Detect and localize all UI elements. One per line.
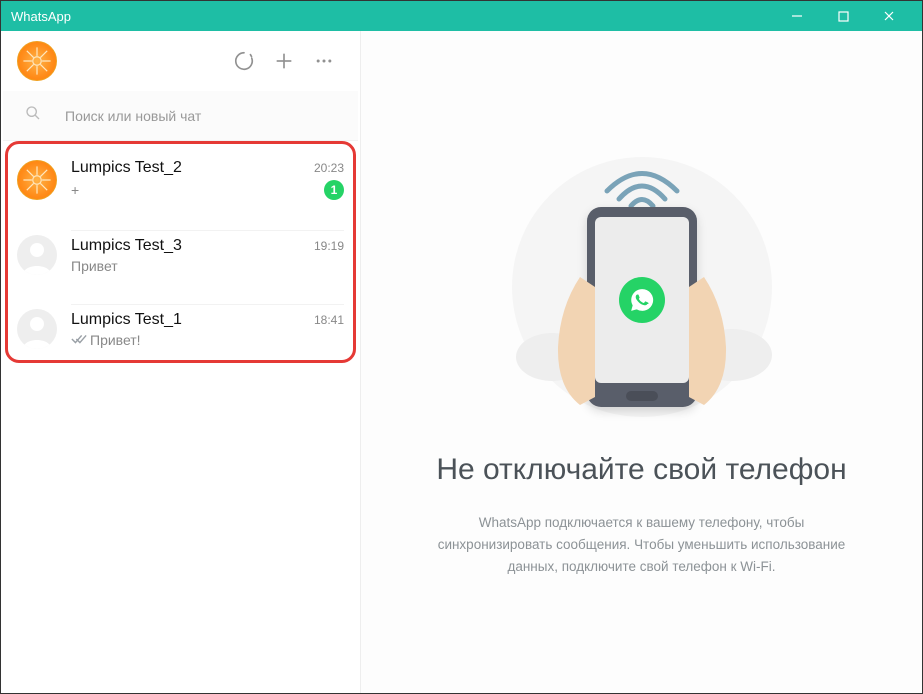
chat-item-lumpics-test-2[interactable]: Lumpics Test_2 20:23 + 1 [1,141,360,218]
chat-name: Lumpics Test_2 [71,159,182,177]
chat-time: 19:19 [314,239,344,253]
chat-name: Lumpics Test_3 [71,237,182,255]
chat-time: 20:23 [314,161,344,175]
chat-avatar [17,235,57,275]
app-window: WhatsApp [0,0,923,694]
hand-right-icon [684,277,744,407]
minimize-icon [791,10,803,22]
maximize-button[interactable] [820,1,866,31]
unread-badge: 1 [324,180,344,200]
search-input[interactable] [65,108,344,124]
whatsapp-logo-icon [619,277,665,323]
maximize-icon [838,11,849,22]
main-subtitle: WhatsApp подключается к вашему телефону,… [422,512,862,577]
hand-left-icon [540,277,600,407]
titlebar: WhatsApp [1,1,922,31]
main-title: Не отключайте свой телефон [436,451,846,489]
chat-time: 18:41 [314,313,344,327]
menu-button[interactable] [304,41,344,81]
sidebar: Lumpics Test_2 20:23 + 1 [1,31,361,693]
chat-item-lumpics-test-1[interactable]: Lumpics Test_1 18:41 Привет! [1,292,360,366]
sidebar-header [1,31,360,91]
chat-preview-text: Привет! [90,332,141,348]
chat-avatar [17,160,57,200]
double-check-icon [71,332,87,348]
close-icon [883,10,895,22]
chat-avatar [17,309,57,349]
chat-preview: Привет! [71,332,141,348]
chat-item-lumpics-test-3[interactable]: Lumpics Test_3 19:19 Привет [1,218,360,292]
new-chat-button[interactable] [264,41,304,81]
window-controls [774,1,912,31]
search-bar [3,91,358,141]
close-button[interactable] [866,1,912,31]
orange-fruit-icon [20,44,54,78]
status-button[interactable] [224,41,264,81]
search-icon [25,105,41,126]
profile-avatar[interactable] [17,41,57,81]
window-title: WhatsApp [11,9,774,24]
plus-icon [273,50,295,72]
status-icon [233,50,255,72]
chat-name: Lumpics Test_1 [71,311,182,329]
main-panel: Не отключайте свой телефон WhatsApp подк… [361,31,922,693]
orange-fruit-icon [20,163,54,197]
chat-list: Lumpics Test_2 20:23 + 1 [1,141,360,693]
chat-preview: + [71,182,79,198]
app-body: Lumpics Test_2 20:23 + 1 [1,31,922,693]
chat-preview: Привет [71,258,118,274]
minimize-button[interactable] [774,1,820,31]
person-icon [17,309,57,349]
phone-illustration [502,147,782,427]
person-icon [17,235,57,275]
dots-icon [314,51,334,71]
phone-icon [587,207,697,407]
